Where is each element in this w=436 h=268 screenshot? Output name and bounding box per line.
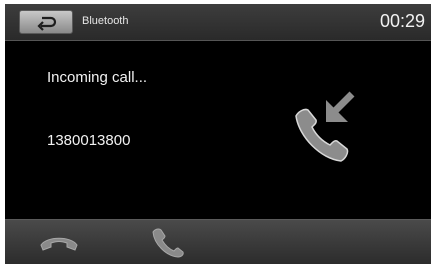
hang-up-button[interactable] bbox=[37, 230, 81, 256]
call-status-text: Incoming call... bbox=[47, 69, 148, 86]
clock: 00:29 bbox=[379, 11, 425, 31]
header-bar: Bluetooth 00:29 bbox=[5, 4, 431, 41]
answer-call-icon bbox=[152, 228, 184, 258]
call-control-bar bbox=[5, 219, 431, 264]
header-title: Bluetooth bbox=[82, 15, 129, 27]
incoming-call-icon bbox=[295, 91, 355, 162]
hang-up-icon bbox=[40, 237, 78, 251]
back-arrow-icon bbox=[37, 16, 57, 31]
bluetooth-call-screen: Bluetooth 00:29 Incoming call... 1380013… bbox=[5, 4, 431, 264]
back-button[interactable] bbox=[19, 10, 73, 34]
caller-number: 1380013800 bbox=[47, 132, 131, 149]
answer-button[interactable] bbox=[147, 226, 187, 258]
